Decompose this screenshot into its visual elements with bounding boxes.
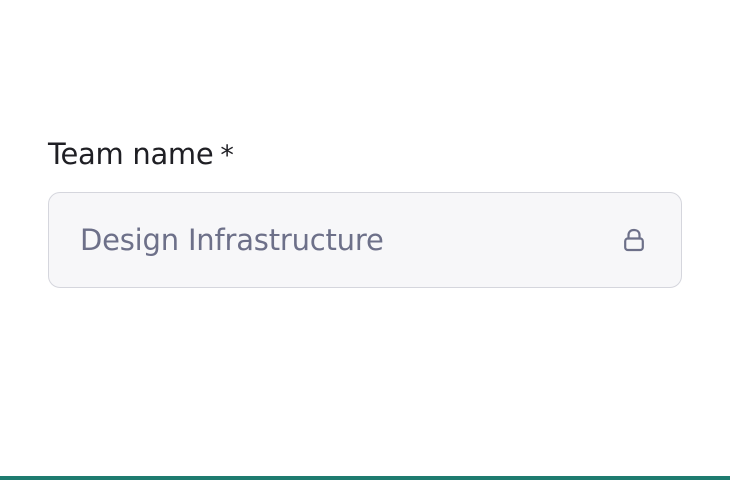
required-indicator: * (220, 140, 234, 171)
bottom-accent-bar (0, 476, 730, 480)
team-name-input: Design Infrastructure (48, 192, 682, 288)
team-name-field: Team name * Design Infrastructure (48, 136, 682, 288)
lock-icon (624, 228, 644, 252)
team-name-label: Team name * (48, 136, 682, 172)
team-name-label-text: Team name (48, 137, 214, 171)
team-name-value: Design Infrastructure (80, 223, 384, 257)
